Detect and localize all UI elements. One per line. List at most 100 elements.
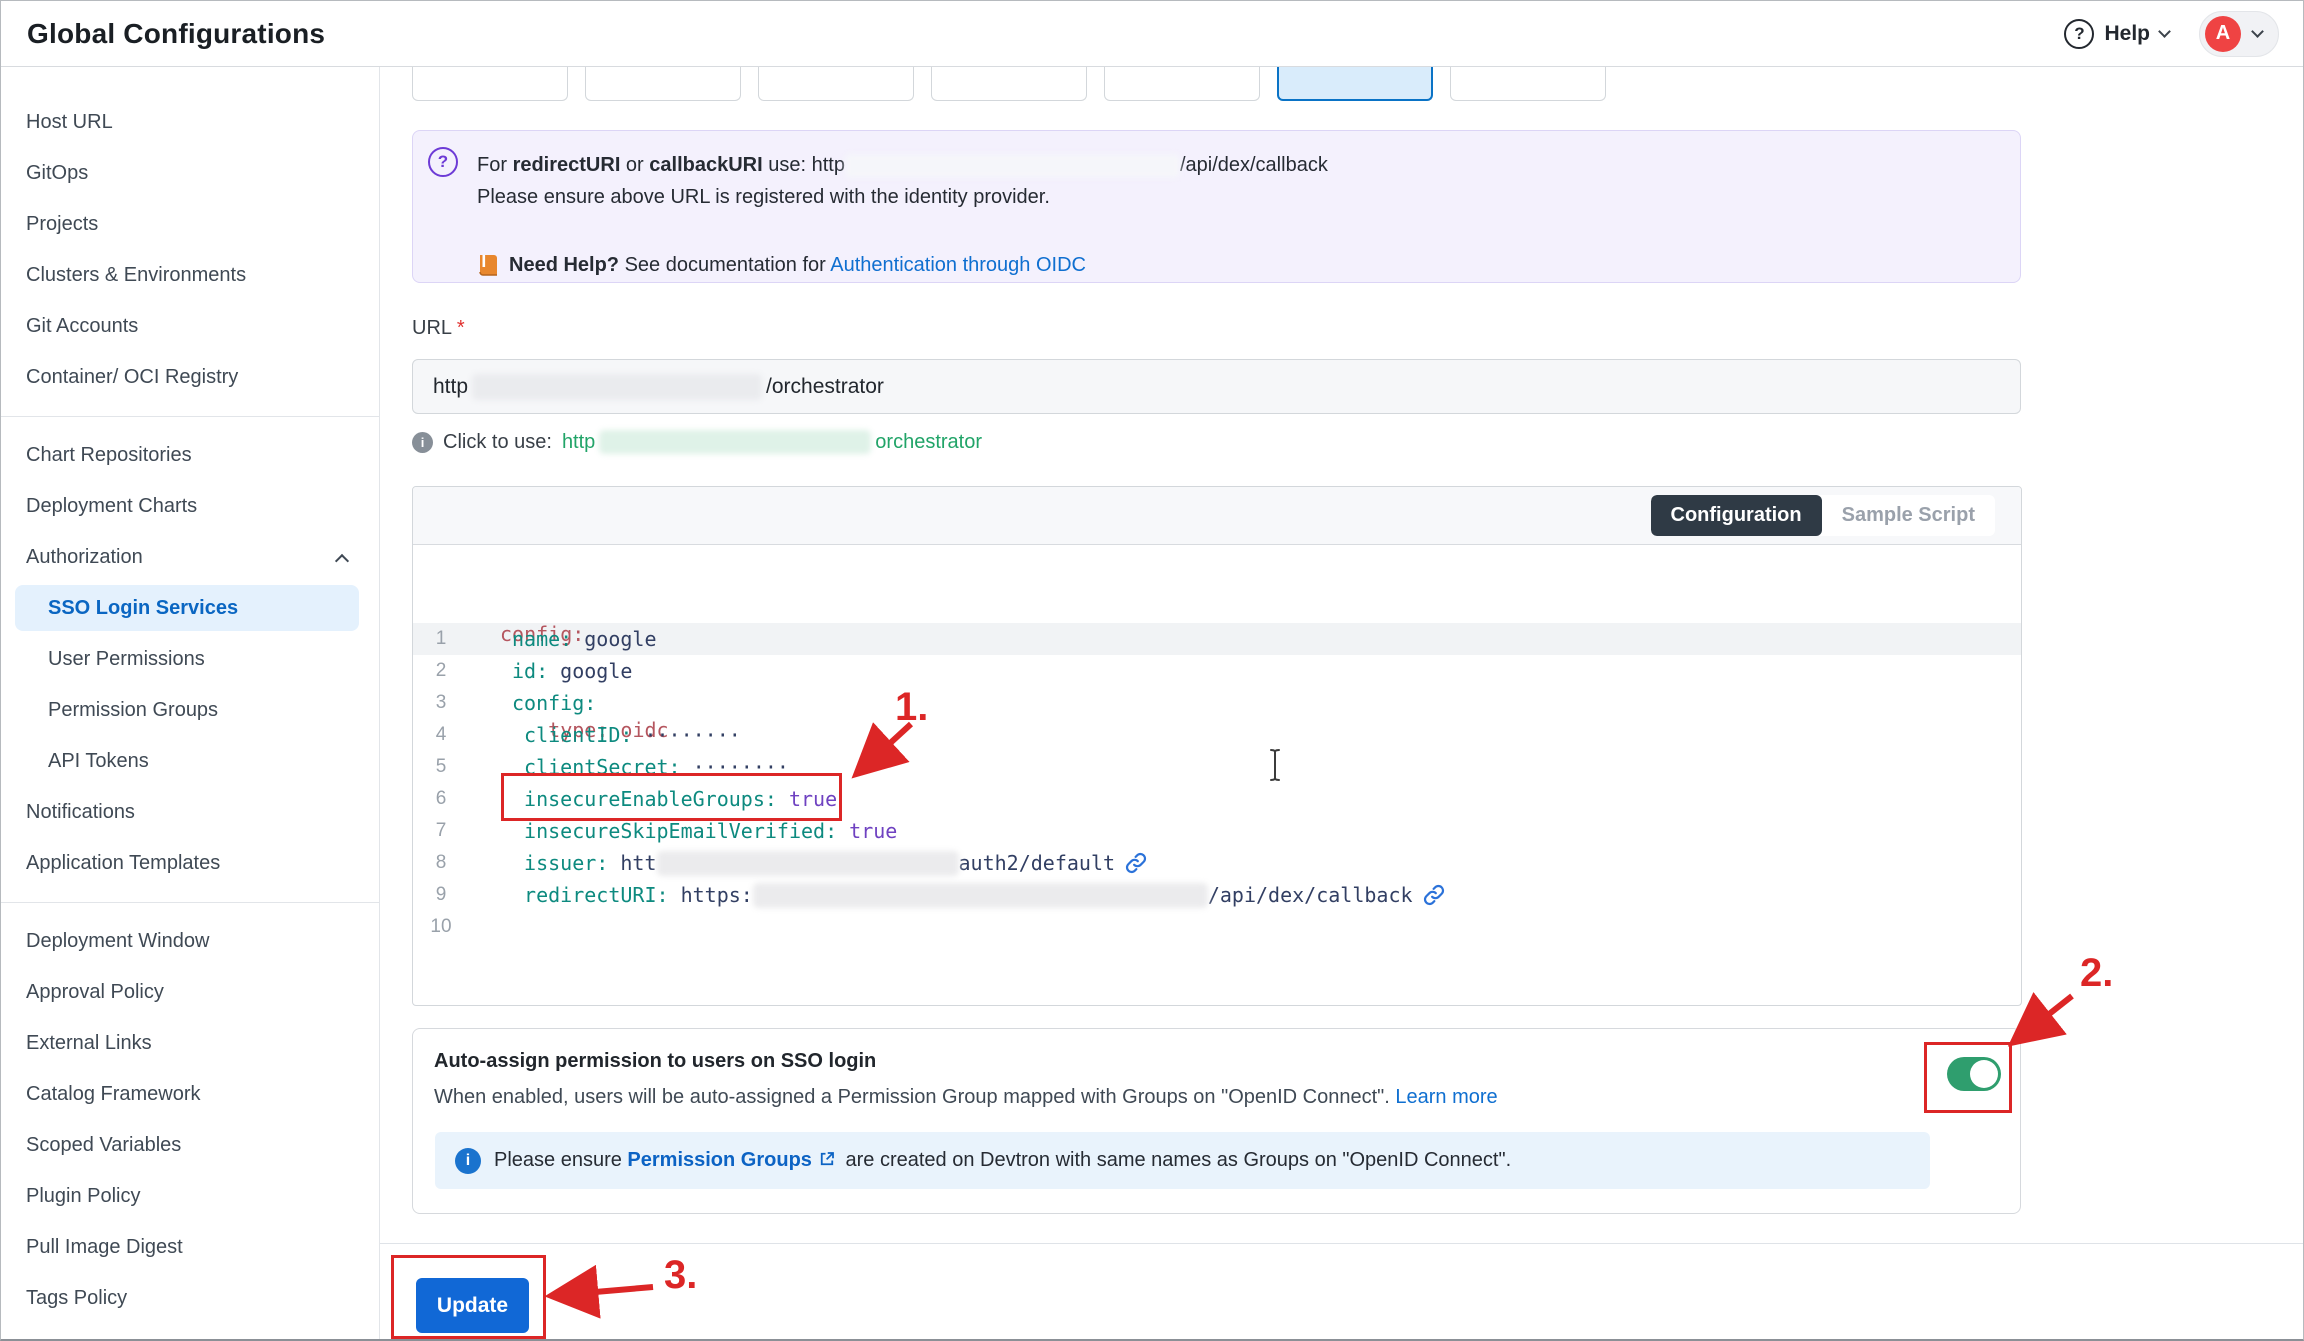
auto-assign-card: Auto-assign permission to users on SSO l… <box>412 1028 2021 1214</box>
chevron-down-icon <box>2251 25 2264 38</box>
toggle-knob <box>1970 1060 1998 1088</box>
sidebar-item-chart-repositories[interactable]: Chart Repositories <box>1 430 379 481</box>
profile-menu[interactable]: A <box>2199 11 2279 57</box>
code-line: 7 insecureSkipEmailVerified: true <box>413 815 2021 847</box>
info-icon: i <box>455 1148 481 1174</box>
sidebar-item-catalog-framework[interactable]: Catalog Framework <box>1 1069 379 1120</box>
help-menu[interactable]: ? Help <box>2064 19 2169 49</box>
redirect-info-box: ? For redirectURI or callbackURI use: ht… <box>412 130 2021 283</box>
auto-assign-toggle[interactable] <box>1947 1057 2001 1091</box>
sidebar-divider <box>1 416 379 417</box>
sso-provider-tile-selected[interactable] <box>1277 67 1433 101</box>
permission-groups-banner: i Please ensure Permission Groups are cr… <box>435 1132 1930 1189</box>
required-asterisk: * <box>457 317 465 339</box>
tab-configuration[interactable]: Configuration <box>1651 495 1822 536</box>
sso-provider-tile[interactable] <box>931 67 1087 101</box>
link-icon[interactable] <box>1125 852 1147 874</box>
sidebar-item-plugin-policy[interactable]: Plugin Policy <box>1 1171 379 1222</box>
content-pane: ? For redirectURI or callbackURI use: ht… <box>380 67 2303 1339</box>
sidebar-item-container-oci-registry[interactable]: Container/ OCI Registry <box>1 352 379 403</box>
sidebar-item-notifications[interactable]: Notifications <box>1 787 379 838</box>
code-line: 1 name: google <box>413 623 2021 655</box>
click-to-use-hint: i Click to use: httporchestrator <box>412 430 982 454</box>
question-circle-icon: ? <box>428 147 458 177</box>
info-icon: i <box>412 432 433 453</box>
update-button[interactable]: Update <box>416 1278 529 1333</box>
annotation-step-1: 1. <box>895 685 928 730</box>
code-line: 8 issuer: httauth2/default <box>413 847 2021 879</box>
sidebar-item-gitops[interactable]: GitOps <box>1 148 379 199</box>
sidebar-item-authorization[interactable]: Authorization <box>1 532 379 583</box>
oidc-docs-link[interactable]: Authentication through OIDC <box>830 254 1086 276</box>
code-line: 5 clientSecret: ········ <box>413 751 2021 783</box>
redacted-url-blur <box>657 851 959 876</box>
config-editor[interactable]: Configuration Sample Script config: type… <box>412 486 2022 1006</box>
sidebar-item-clusters-environments[interactable]: Clusters & Environments <box>1 250 379 301</box>
sidebar-item-scoped-variables[interactable]: Scoped Variables <box>1 1120 379 1171</box>
code-line-insecure-enable-groups: 6 insecureEnableGroups: true <box>413 783 2021 815</box>
suggested-url-link[interactable]: httporchestrator <box>562 430 982 454</box>
help-label: Help <box>2104 22 2150 46</box>
sidebar-item-sso-login-services[interactable]: SSO Login Services <box>15 585 359 631</box>
link-icon[interactable] <box>1423 884 1445 906</box>
code-line: 4 clientID: ········ <box>413 719 2021 751</box>
app-window: Global Configurations ? Help A Host URL … <box>0 0 2304 1341</box>
chevron-up-icon <box>335 553 349 567</box>
code-line: 2 id: google <box>413 655 2021 687</box>
sidebar-item-label: Authorization <box>26 546 143 569</box>
sidebar-item-user-permissions[interactable]: User Permissions <box>1 634 379 685</box>
sidebar-item-deployment-charts[interactable]: Deployment Charts <box>1 481 379 532</box>
learn-more-link[interactable]: Learn more <box>1395 1086 1497 1108</box>
code-line: 10 <box>413 911 2021 943</box>
permission-groups-link[interactable]: Permission Groups <box>627 1149 812 1171</box>
redirect-info-line2: Please ensure above URL is registered wi… <box>477 181 2020 213</box>
annotation-step-3: 3. <box>664 1253 697 1298</box>
page-title: Global Configurations <box>27 18 325 50</box>
sidebar-item-api-tokens[interactable]: API Tokens <box>1 736 379 787</box>
topbar-actions: ? Help A <box>2064 11 2279 57</box>
sidebar-nav: Host URL GitOps Projects Clusters & Envi… <box>1 97 379 1324</box>
sso-provider-tile[interactable] <box>1450 67 1606 101</box>
tab-sample-script[interactable]: Sample Script <box>1822 495 1995 536</box>
url-fragment: /api/dex/callback <box>1180 154 1328 176</box>
annotation-step-2: 2. <box>2080 951 2113 996</box>
sso-provider-tile[interactable] <box>1104 67 1260 101</box>
url-input[interactable]: http/orchestrator <box>412 359 2021 414</box>
sso-provider-tile[interactable] <box>412 67 568 101</box>
avatar: A <box>2205 16 2241 52</box>
chevron-down-icon <box>2158 25 2171 38</box>
redacted-url-blur <box>472 374 762 400</box>
editor-code-area[interactable]: 1 name: google 2 id: google 3 config: 4 … <box>413 623 2021 943</box>
sso-provider-tile[interactable] <box>585 67 741 101</box>
auto-assign-description: When enabled, users will be auto-assigne… <box>434 1086 1498 1109</box>
auto-assign-title: Auto-assign permission to users on SSO l… <box>434 1050 876 1073</box>
editor-readonly-preamble: config: type: oidc <box>413 545 2021 623</box>
sidebar-item-git-accounts[interactable]: Git Accounts <box>1 301 379 352</box>
sidebar-item-pull-image-digest[interactable]: Pull Image Digest <box>1 1222 379 1273</box>
sidebar-item-deployment-window[interactable]: Deployment Window <box>1 916 379 967</box>
footer-divider <box>380 1243 2303 1244</box>
external-link-icon <box>818 1150 836 1168</box>
sidebar-item-permission-groups[interactable]: Permission Groups <box>1 685 379 736</box>
redacted-url-blur <box>845 154 1180 178</box>
sidebar-item-external-links[interactable]: External Links <box>1 1018 379 1069</box>
redacted-url-blur <box>753 883 1208 908</box>
sidebar-item-approval-policy[interactable]: Approval Policy <box>1 967 379 1018</box>
sidebar: Host URL GitOps Projects Clusters & Envi… <box>1 67 380 1339</box>
help-icon: ? <box>2064 19 2094 49</box>
sidebar-item-projects[interactable]: Projects <box>1 199 379 250</box>
sidebar-item-tags-policy[interactable]: Tags Policy <box>1 1273 379 1324</box>
top-bar: Global Configurations ? Help A <box>1 1 2303 67</box>
redacted-url-blur <box>599 430 871 454</box>
sso-provider-tile[interactable] <box>758 67 914 101</box>
editor-view-switch: Configuration Sample Script <box>1651 495 1995 536</box>
editor-header: Configuration Sample Script <box>413 487 2021 545</box>
sidebar-item-application-templates[interactable]: Application Templates <box>1 838 379 889</box>
sidebar-item-host-url[interactable]: Host URL <box>1 97 379 148</box>
sidebar-divider <box>1 902 379 903</box>
url-field-label: URL * <box>412 317 465 340</box>
code-line: 9 redirectURI: https:/api/dex/callback <box>413 879 2021 911</box>
main-area: Host URL GitOps Projects Clusters & Envi… <box>1 67 2303 1339</box>
redirect-info-line1: For redirectURI or callbackURI use: http… <box>477 149 2020 181</box>
book-icon <box>477 253 499 277</box>
